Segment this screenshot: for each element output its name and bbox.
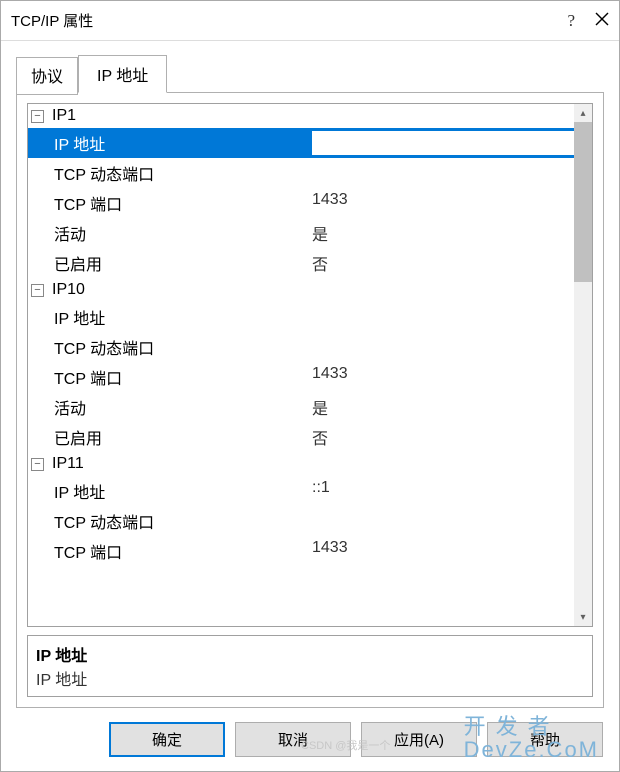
- property-label: 活动: [54, 395, 312, 419]
- property-value[interactable]: [312, 161, 574, 185]
- property-label: TCP 动态端口: [54, 509, 312, 533]
- property-value[interactable]: [312, 335, 574, 359]
- close-icon[interactable]: [595, 11, 609, 31]
- category-row[interactable]: −IP10: [28, 278, 574, 302]
- button-row: 确定 取消 应用(A) 帮助: [1, 708, 619, 771]
- description-box: IP 地址 IP 地址: [27, 635, 593, 697]
- property-label: IP 地址: [54, 479, 312, 503]
- help-icon[interactable]: ?: [567, 11, 575, 31]
- property-row[interactable]: TCP 动态端口: [28, 506, 574, 536]
- property-value[interactable]: 是: [312, 395, 574, 419]
- property-row[interactable]: 已启用否: [28, 248, 574, 278]
- property-label: TCP 端口: [54, 365, 312, 389]
- tabs: 协议 IP 地址: [16, 54, 604, 92]
- property-value[interactable]: 是: [312, 221, 574, 245]
- property-row[interactable]: IP 地址: [28, 302, 574, 332]
- property-value[interactable]: 1433: [312, 191, 574, 215]
- property-label: IP 地址: [54, 131, 312, 155]
- property-row[interactable]: TCP 端口1433: [28, 536, 574, 566]
- titlebar-buttons: ?: [567, 11, 609, 31]
- property-value[interactable]: ::1: [312, 479, 574, 503]
- category-label: IP10: [52, 281, 85, 299]
- scroll-up-icon[interactable]: ▴: [574, 104, 592, 122]
- ok-button[interactable]: 确定: [109, 722, 225, 757]
- property-label: IP 地址: [54, 305, 312, 329]
- category-label: IP11: [52, 455, 84, 473]
- category-row[interactable]: −IP1: [28, 104, 574, 128]
- help-button[interactable]: 帮助: [487, 722, 603, 757]
- tab-panel: −IP1IP 地址TCP 动态端口TCP 端口1433活动是已启用否−IP10I…: [16, 92, 604, 708]
- category-row[interactable]: −IP11: [28, 452, 574, 476]
- collapse-icon[interactable]: −: [31, 110, 44, 123]
- cancel-button[interactable]: 取消: [235, 722, 351, 757]
- property-value[interactable]: 否: [312, 251, 574, 275]
- property-row[interactable]: TCP 动态端口: [28, 332, 574, 362]
- property-row[interactable]: IP 地址::1: [28, 476, 574, 506]
- property-label: TCP 端口: [54, 539, 312, 563]
- property-label: TCP 动态端口: [54, 335, 312, 359]
- property-row[interactable]: 已启用否: [28, 422, 574, 452]
- property-value[interactable]: 1433: [312, 365, 574, 389]
- property-label: TCP 动态端口: [54, 161, 312, 185]
- content: 协议 IP 地址 −IP1IP 地址TCP 动态端口TCP 端口1433活动是已…: [1, 41, 619, 708]
- collapse-icon[interactable]: −: [31, 284, 44, 297]
- property-value[interactable]: [312, 131, 574, 155]
- apply-button[interactable]: 应用(A): [361, 722, 477, 757]
- category-label: IP1: [52, 107, 76, 125]
- description-title: IP 地址: [36, 642, 584, 666]
- scroll-down-icon[interactable]: ▾: [574, 608, 592, 626]
- collapse-icon[interactable]: −: [31, 458, 44, 471]
- description-text: IP 地址: [36, 666, 584, 690]
- property-label: 已启用: [54, 425, 312, 449]
- scroll-thumb[interactable]: [574, 122, 592, 282]
- titlebar: TCP/IP 属性 ?: [1, 1, 619, 41]
- property-label: 活动: [54, 221, 312, 245]
- property-row[interactable]: 活动是: [28, 392, 574, 422]
- tab-protocol[interactable]: 协议: [16, 57, 78, 95]
- scrollbar[interactable]: ▴ ▾: [574, 104, 592, 626]
- property-value[interactable]: 否: [312, 425, 574, 449]
- tab-ipaddress[interactable]: IP 地址: [78, 55, 167, 93]
- property-value[interactable]: 1433: [312, 539, 574, 563]
- property-label: TCP 端口: [54, 191, 312, 215]
- property-grid: −IP1IP 地址TCP 动态端口TCP 端口1433活动是已启用否−IP10I…: [27, 103, 593, 627]
- property-row[interactable]: TCP 端口1433: [28, 362, 574, 392]
- property-value[interactable]: [312, 305, 574, 329]
- property-row[interactable]: 活动是: [28, 218, 574, 248]
- property-row[interactable]: TCP 动态端口: [28, 158, 574, 188]
- property-row[interactable]: IP 地址: [28, 128, 574, 158]
- window-title: TCP/IP 属性: [11, 10, 567, 31]
- property-row[interactable]: TCP 端口1433: [28, 188, 574, 218]
- property-label: 已启用: [54, 251, 312, 275]
- property-value[interactable]: [312, 509, 574, 533]
